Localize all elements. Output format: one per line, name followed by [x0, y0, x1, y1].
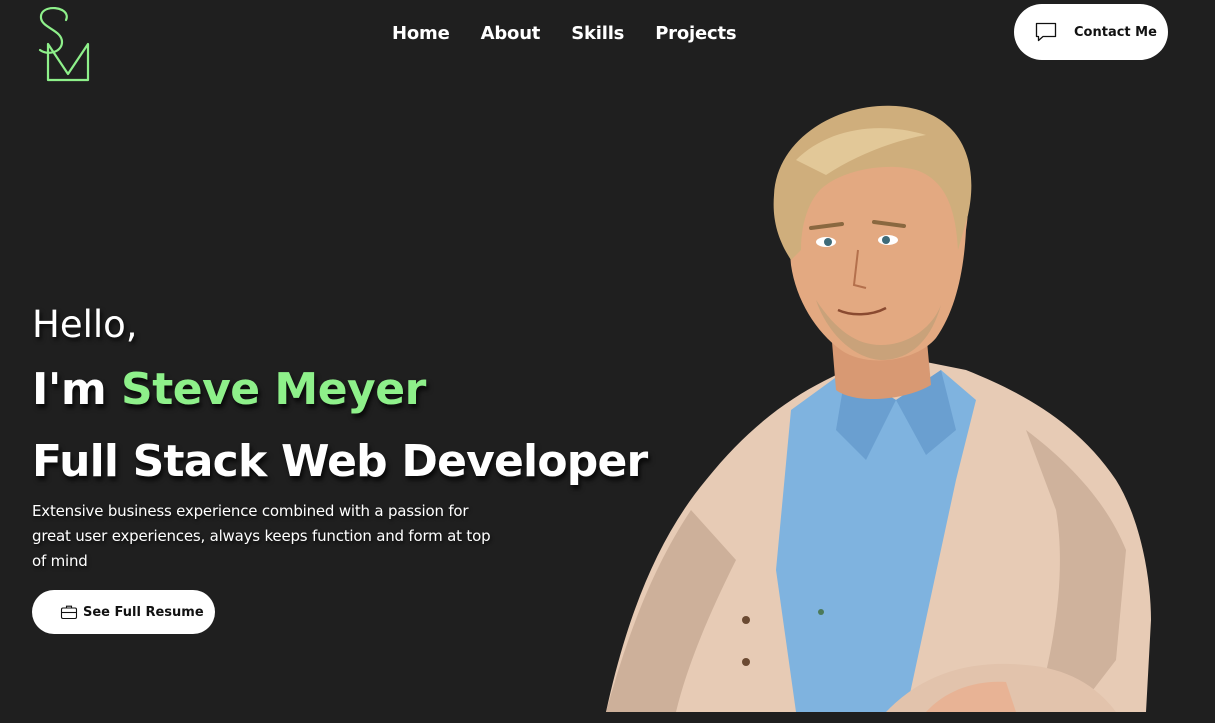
hero-name: Steve Meyer — [121, 364, 426, 415]
briefcase-icon — [60, 603, 78, 621]
nav-item-skills[interactable]: Skills — [571, 23, 624, 44]
nav-item-projects[interactable]: Projects — [655, 23, 736, 44]
hero-greeting: Hello, — [32, 303, 138, 346]
hero-role: Full Stack Web Developer — [32, 436, 648, 487]
see-full-resume-label: See Full Resume — [83, 604, 204, 620]
see-full-resume-button[interactable]: See Full Resume — [32, 590, 215, 634]
nav-item-home[interactable]: Home — [392, 23, 450, 44]
nav-item-about[interactable]: About — [481, 23, 541, 44]
developer-portrait-illustration — [596, 100, 1166, 712]
main-nav: Home About Skills Projects — [392, 20, 737, 46]
hero-description: Extensive business experience combined w… — [32, 502, 491, 570]
contact-me-button[interactable]: Contact Me — [1014, 4, 1168, 60]
contact-me-label: Contact Me — [1074, 24, 1157, 40]
page: Home About Skills Projects Contact Me He… — [0, 0, 1215, 723]
sm-logo[interactable] — [32, 4, 92, 84]
chat-bubble-icon — [1034, 20, 1058, 44]
sm-monogram-logo-icon — [38, 7, 90, 82]
hero-intro: I'm Steve Meyer — [32, 364, 426, 416]
hero-intro-prefix: I'm — [32, 364, 122, 415]
